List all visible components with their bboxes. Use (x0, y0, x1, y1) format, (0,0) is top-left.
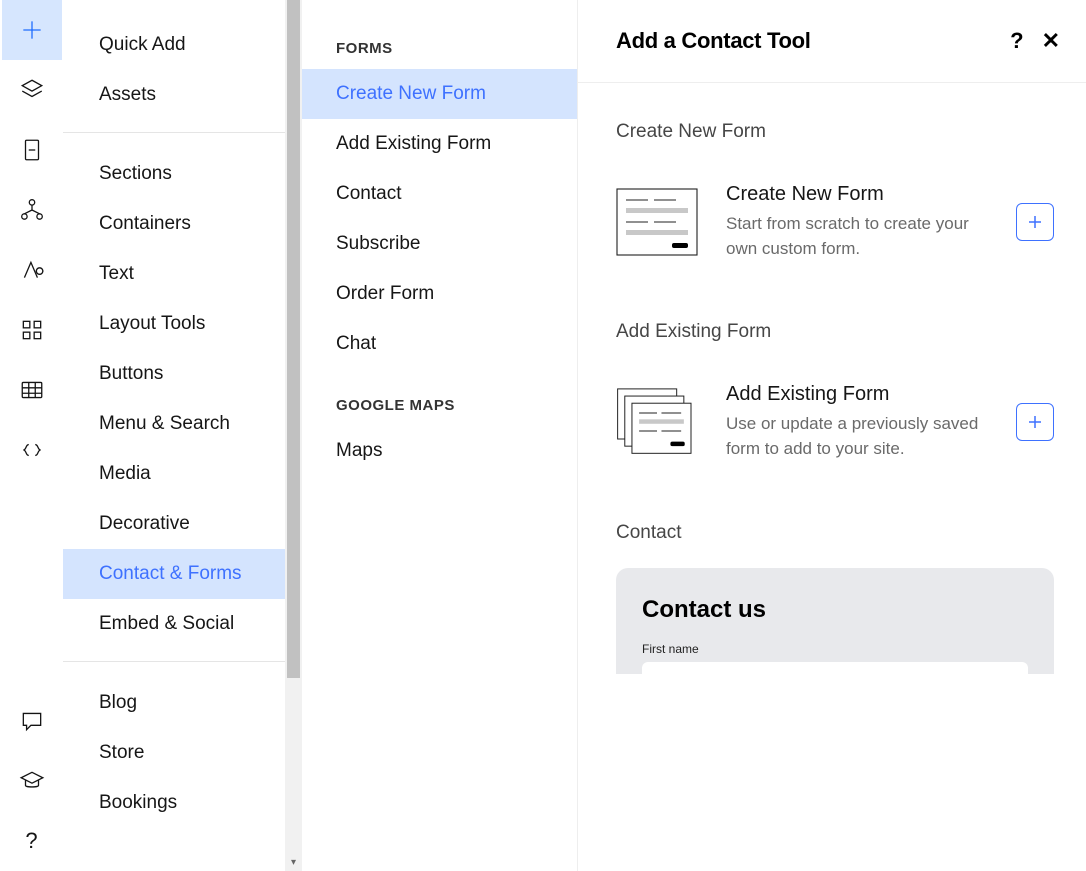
close-icon[interactable]: ✕ (1042, 30, 1060, 52)
plus-icon (1026, 213, 1044, 231)
rail-layers[interactable] (2, 60, 62, 120)
category-decorative[interactable]: Decorative (63, 499, 302, 549)
rail-site[interactable] (2, 180, 62, 240)
category-bookings[interactable]: Bookings (63, 778, 302, 828)
learn-icon (19, 768, 45, 794)
divider (63, 132, 302, 133)
detail-header: Add a Contact Tool ? ✕ (578, 0, 1086, 83)
sub-add-existing-form[interactable]: Add Existing Form (302, 119, 577, 169)
rail-design[interactable] (2, 240, 62, 300)
sitemap-icon (19, 197, 45, 223)
category-quick-add[interactable]: Quick Add (63, 20, 302, 70)
card-subtitle: Start from scratch to create your own cu… (726, 212, 988, 261)
icon-rail: ? (0, 0, 63, 871)
category-contact-forms[interactable]: Contact & Forms (63, 549, 302, 599)
rail-pages[interactable] (2, 120, 62, 180)
help-icon: ? (25, 828, 37, 854)
sub-create-new-form[interactable]: Create New Form (302, 69, 577, 119)
table-icon (19, 377, 45, 403)
code-icon (19, 437, 45, 463)
subcategories-panel: FORMS Create New Form Add Existing Form … (302, 0, 578, 871)
card-add-existing-form[interactable]: Add Existing Form Use or update a previo… (616, 383, 1054, 461)
category-assets[interactable]: Assets (63, 70, 302, 120)
section-heading-existing: Add Existing Form (616, 321, 1054, 343)
contact-preview[interactable]: Contact us First name (616, 568, 1054, 674)
rail-comments[interactable] (2, 691, 62, 751)
form-new-icon (616, 188, 698, 256)
sub-contact[interactable]: Contact (302, 169, 577, 219)
sub-order-form[interactable]: Order Form (302, 269, 577, 319)
subgroup-title-maps: GOOGLE MAPS (302, 397, 577, 426)
brush-icon (19, 257, 45, 283)
rail-apps[interactable] (2, 300, 62, 360)
help-icon[interactable]: ? (1010, 30, 1023, 52)
detail-title: Add a Contact Tool (616, 28, 992, 54)
card-subtitle: Use or update a previously saved form to… (726, 412, 988, 461)
scrollbar-thumb[interactable] (287, 0, 300, 678)
section-heading-contact: Contact (616, 522, 1054, 544)
preview-field-label: First name (642, 642, 1028, 656)
sub-maps[interactable]: Maps (302, 426, 577, 476)
page-icon (19, 137, 45, 163)
sub-subscribe[interactable]: Subscribe (302, 219, 577, 269)
add-button[interactable] (1016, 203, 1054, 241)
category-store[interactable]: Store (63, 728, 302, 778)
rail-help[interactable]: ? (2, 811, 62, 871)
divider (63, 661, 302, 662)
rail-learn[interactable] (2, 751, 62, 811)
category-text[interactable]: Text (63, 249, 302, 299)
chat-icon (19, 708, 45, 734)
card-title: Add Existing Form (726, 383, 988, 406)
preview-title: Contact us (642, 596, 1028, 624)
form-existing-icon (616, 388, 698, 456)
scrollbar-down-icon[interactable]: ▾ (285, 854, 302, 871)
categories-panel: Quick Add Assets Sections Containers Tex… (63, 0, 302, 871)
sub-chat[interactable]: Chat (302, 319, 577, 369)
section-heading-create: Create New Form (616, 121, 1054, 143)
category-menu-search[interactable]: Menu & Search (63, 399, 302, 449)
category-containers[interactable]: Containers (63, 199, 302, 249)
detail-panel: Add a Contact Tool ? ✕ Create New Form (578, 0, 1086, 871)
rail-add[interactable] (2, 0, 62, 60)
add-button[interactable] (1016, 403, 1054, 441)
preview-input (642, 662, 1028, 674)
category-blog[interactable]: Blog (63, 678, 302, 728)
plus-icon (19, 17, 45, 43)
rail-dev[interactable] (2, 420, 62, 480)
detail-body: Create New Form Create New Form Start fr… (578, 83, 1086, 674)
rail-cms[interactable] (2, 360, 62, 420)
plus-icon (1026, 413, 1044, 431)
layers-icon (19, 77, 45, 103)
category-layout[interactable]: Layout Tools (63, 299, 302, 349)
card-title: Create New Form (726, 183, 988, 206)
card-create-new-form[interactable]: Create New Form Start from scratch to cr… (616, 183, 1054, 261)
category-media[interactable]: Media (63, 449, 302, 499)
category-embed-social[interactable]: Embed & Social (63, 599, 302, 649)
apps-icon (19, 317, 45, 343)
scrollbar[interactable]: ▾ (285, 0, 302, 871)
category-sections[interactable]: Sections (63, 149, 302, 199)
subgroup-title-forms: FORMS (302, 40, 577, 69)
category-buttons[interactable]: Buttons (63, 349, 302, 399)
